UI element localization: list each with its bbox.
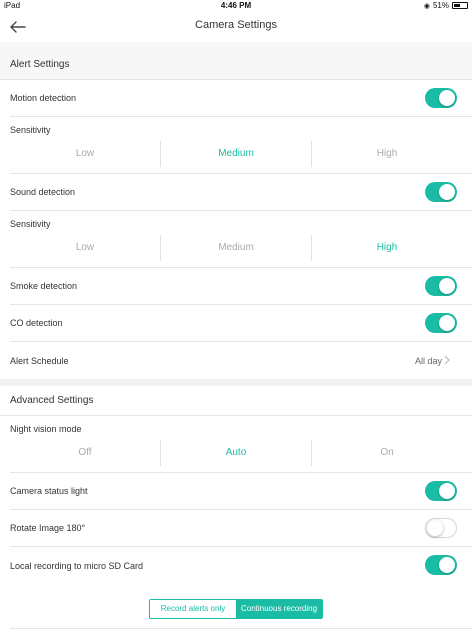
local-recording-toggle[interactable]	[425, 555, 457, 575]
toggle-knob	[439, 184, 455, 200]
nav-bar: Camera Settings	[0, 12, 472, 42]
local-recording-label: Local recording to micro SD Card	[10, 560, 144, 571]
motion-sensitivity-label: Sensitivity	[10, 125, 51, 135]
sound-sensitivity-low[interactable]: Low	[10, 235, 160, 261]
toggle-knob	[439, 483, 455, 499]
sound-detection-toggle[interactable]	[425, 182, 457, 202]
sound-detection-label: Sound detection	[10, 187, 76, 197]
rotate-image-toggle[interactable]	[425, 518, 457, 538]
toggle-knob	[439, 557, 455, 573]
night-vision-on[interactable]: On	[311, 440, 462, 466]
smoke-detection-label: Smoke detection	[10, 281, 78, 291]
sound-sensitivity-medium[interactable]: Medium	[160, 235, 311, 261]
smoke-detection-row: Smoke detection	[10, 268, 472, 305]
co-detection-label: CO detection	[10, 318, 63, 328]
night-vision-label: Night vision mode	[10, 424, 82, 434]
night-vision-selector: Off Auto On	[10, 440, 462, 466]
motion-detection-toggle[interactable]	[425, 88, 457, 108]
local-recording-row: Local recording to micro SD Card	[10, 547, 472, 584]
alert-schedule-label: Alert Schedule	[10, 355, 69, 366]
co-detection-row: CO detection	[10, 305, 472, 342]
night-vision-auto[interactable]: Auto	[160, 440, 311, 466]
night-vision-off[interactable]: Off	[10, 440, 160, 466]
rotate-image-label: Rotate Image 180°	[10, 523, 86, 533]
section-header-advanced: Advanced Settings	[0, 386, 472, 416]
night-vision-block: Night vision mode Off Auto On	[10, 416, 472, 473]
battery-percent: 51%	[432, 1, 449, 10]
motion-sensitivity-low[interactable]: Low	[10, 141, 160, 167]
toggle-knob	[439, 278, 455, 294]
sound-sensitivity-label: Sensitivity	[10, 219, 51, 229]
status-time: 4:46 PM	[220, 1, 252, 10]
sound-sensitivity-high[interactable]: High	[311, 235, 462, 261]
section-header-alert: Alert Settings	[0, 42, 472, 80]
battery-fill	[454, 4, 460, 7]
alert-schedule-row[interactable]: Alert Schedule All day	[10, 342, 472, 379]
section-divider	[0, 379, 472, 386]
recording-mode-selector: Record alerts only Continuous recording	[149, 599, 323, 619]
page-title: Camera Settings	[195, 19, 277, 31]
alert-schedule-value: All day	[414, 355, 442, 366]
toggle-knob	[427, 520, 443, 536]
sound-sensitivity-selector: Low Medium High	[10, 235, 462, 261]
motion-sensitivity-high[interactable]: High	[311, 141, 462, 167]
camera-status-light-row: Camera status light	[10, 473, 472, 510]
status-right: ◉ 51%	[424, 1, 468, 10]
motion-detection-row: Motion detection	[10, 80, 472, 117]
motion-sensitivity-block: Sensitivity Low Medium High	[10, 117, 472, 174]
camera-status-light-toggle[interactable]	[425, 481, 457, 501]
motion-sensitivity-medium[interactable]: Medium	[160, 141, 311, 167]
toggle-knob	[439, 315, 455, 331]
co-detection-toggle[interactable]	[425, 313, 457, 333]
motion-detection-label: Motion detection	[10, 93, 77, 103]
sound-detection-row: Sound detection	[10, 174, 472, 211]
sound-sensitivity-block: Sensitivity Low Medium High	[10, 211, 472, 268]
chevron-right-icon[interactable]	[442, 354, 452, 366]
rotate-image-row: Rotate Image 180°	[10, 510, 472, 547]
settings-list: Alert Settings Motion detection Sensitiv…	[0, 42, 472, 584]
status-bar: iPad 4:46 PM ◉ 51%	[0, 0, 472, 12]
camera-status-light-label: Camera status light	[10, 486, 88, 496]
record-alerts-only-option[interactable]: Record alerts only	[150, 600, 236, 618]
smoke-detection-toggle[interactable]	[425, 276, 457, 296]
bottom-divider	[10, 628, 472, 629]
continuous-recording-option[interactable]: Continuous recording	[236, 600, 322, 618]
location-icon: ◉	[423, 2, 430, 10]
toggle-knob	[439, 90, 455, 106]
battery-icon	[452, 2, 468, 9]
motion-sensitivity-selector: Low Medium High	[10, 141, 462, 167]
